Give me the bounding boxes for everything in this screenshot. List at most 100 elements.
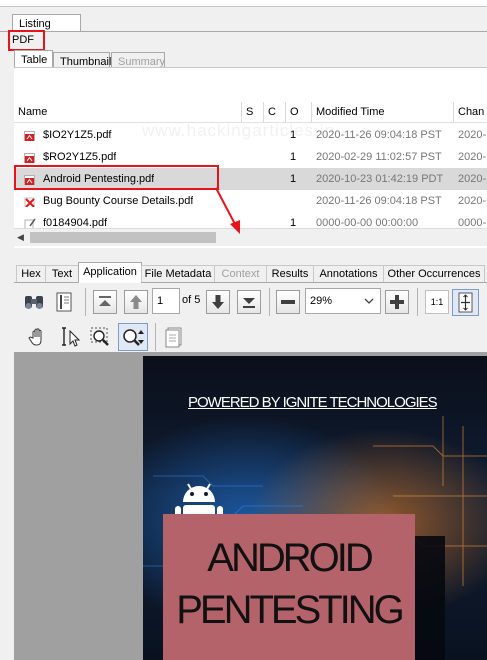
toolbar-separator	[417, 288, 418, 316]
scrollbar-thumb[interactable]	[30, 232, 216, 243]
file-o-count: 1	[290, 173, 297, 185]
title-box: ANDROID PENTESTING	[163, 514, 415, 660]
next-page-button[interactable]	[206, 290, 230, 314]
tab-table-label: Table	[21, 54, 48, 66]
tab-other-occurrences[interactable]: Other Occurrences	[383, 265, 485, 282]
file-o-count: 1	[290, 151, 297, 163]
pdf-file-icon	[24, 129, 35, 141]
file-change-time: 2020-	[458, 195, 487, 207]
page-view-icon[interactable]	[53, 290, 77, 314]
file-change-time: 0000-	[458, 217, 487, 228]
page-total-label: of 5	[182, 294, 201, 306]
dynamic-zoom-icon	[123, 329, 144, 346]
table-row-selected[interactable]: Android Pentesting.pdf 1 2020-10-23 01:4…	[14, 168, 487, 190]
toolbar-separator	[269, 288, 270, 316]
column-header-name[interactable]: Name	[14, 102, 242, 122]
file-modified-time: 2020-10-23 01:42:19 PDT	[316, 173, 444, 185]
carved-file-icon	[24, 216, 36, 228]
thumbnails-panel-icon[interactable]	[163, 325, 185, 349]
first-page-button[interactable]	[93, 290, 117, 314]
column-header-o[interactable]: O	[286, 102, 312, 122]
chevron-down-icon	[364, 298, 374, 304]
tab-context: Context	[214, 265, 267, 282]
tab-listing-label: Listing	[19, 18, 51, 30]
column-header-c[interactable]: C	[264, 102, 286, 122]
pdf-file-icon	[24, 151, 35, 163]
tab-text[interactable]: Text	[45, 265, 79, 282]
tab-hex-label: Hex	[21, 268, 41, 280]
tab-text-label: Text	[51, 268, 73, 280]
file-name: Bug Bounty Course Details.pdf	[43, 195, 194, 207]
toolbar-separator	[85, 288, 86, 316]
column-header-change-label: Chan	[458, 106, 485, 118]
last-page-icon	[243, 298, 255, 308]
slide-title-line2: PENTESTING	[176, 588, 405, 632]
column-header-change[interactable]: Chan	[454, 102, 487, 122]
column-header-s[interactable]: S	[242, 102, 264, 122]
zoom-in-button[interactable]	[385, 290, 409, 314]
tab-listing[interactable]: Listing	[12, 14, 81, 32]
window-top-strip	[0, 0, 487, 7]
table-row[interactable]: $IO2Y1Z5.pdf 1 2020-11-26 09:04:18 PST 2…	[14, 124, 487, 146]
fit-page-icon	[458, 292, 473, 313]
file-change-time: 2020-	[458, 151, 487, 163]
column-header-modified[interactable]: Modified Time	[312, 102, 454, 122]
table-row[interactable]: $RO2Y1Z5.pdf 1 2020-02-29 11:02:57 PST 2…	[14, 146, 487, 168]
slide-title-line1: ANDROID	[207, 536, 373, 580]
scroll-left-icon[interactable]: ◀	[17, 232, 24, 243]
zoom-select[interactable]: 29%	[305, 288, 381, 314]
table-row[interactable]: f0184904.pdf 1 0000-00-00 00:00:00 0000-	[14, 212, 487, 228]
column-header-modified-label: Modified Time	[316, 106, 385, 118]
file-name: $IO2Y1Z5.pdf	[43, 129, 112, 141]
file-change-time: 2020-	[458, 129, 487, 141]
file-change-time: 2020-	[458, 173, 487, 185]
hand-tool-icon[interactable]	[26, 325, 50, 349]
tab-application[interactable]: Application	[78, 262, 142, 283]
page-number-input[interactable]: 1	[152, 288, 180, 314]
tab-divider	[0, 31, 487, 32]
arrow-up-icon	[130, 295, 142, 309]
file-name: $RO2Y1Z5.pdf	[43, 151, 117, 163]
last-page-button[interactable]	[237, 290, 261, 314]
column-header-o-label: O	[290, 106, 299, 118]
pdf-page-preview: POWERED BY IGNITE TECHNOLOGIES ANDROID P…	[143, 356, 487, 660]
zoom-out-button[interactable]	[276, 290, 300, 314]
annotation-arrow-icon	[215, 187, 240, 234]
dynamic-zoom-button[interactable]	[118, 323, 148, 351]
tab-file-metadata[interactable]: File Metadata	[141, 265, 215, 282]
pdf-file-icon	[24, 173, 35, 185]
tab-hex[interactable]: Hex	[16, 265, 46, 282]
column-header-s-label: S	[246, 106, 254, 118]
actual-size-button[interactable]: 1:1	[425, 290, 449, 314]
file-table: Name S C O Modified Time Chan www.hackin…	[14, 67, 487, 248]
minus-icon	[281, 300, 295, 304]
text-select-icon[interactable]	[57, 325, 81, 349]
column-header-name-label: Name	[18, 106, 48, 118]
tab-results-label: Results	[271, 268, 309, 280]
tab-annotations[interactable]: Annotations	[313, 265, 384, 282]
arrow-down-icon	[212, 295, 224, 309]
file-modified-time: 2020-11-26 09:04:18 PST	[316, 195, 442, 207]
previous-page-button[interactable]	[124, 290, 148, 314]
pdf-type-label: PDF	[12, 34, 34, 46]
tab-table[interactable]: Table	[14, 50, 53, 68]
page-number-value: 1	[157, 295, 164, 307]
first-page-icon	[99, 296, 111, 306]
binoculars-icon[interactable]	[22, 290, 46, 314]
horizontal-scrollbar[interactable]: ◀	[14, 228, 487, 246]
zoom-value: 29%	[310, 295, 333, 307]
deleted-file-icon	[24, 195, 36, 207]
file-modified-time: 2020-02-29 11:02:57 PST	[316, 151, 442, 163]
file-o-count: 1	[290, 217, 297, 228]
column-header-c-label: C	[268, 106, 276, 118]
file-o-count: 1	[290, 129, 297, 141]
tab-results[interactable]: Results	[266, 265, 314, 282]
tab-other-occurrences-label: Other Occurrences	[387, 268, 481, 280]
powered-by-text: POWERED BY IGNITE TECHNOLOGIES	[188, 394, 438, 411]
tab-context-label: Context	[221, 268, 260, 280]
tab-application-label: Application	[83, 266, 137, 278]
table-row[interactable]: Bug Bounty Course Details.pdf 2020-11-26…	[14, 190, 487, 212]
fit-page-button[interactable]	[452, 289, 479, 316]
file-name: f0184904.pdf	[43, 217, 108, 228]
marquee-zoom-icon[interactable]	[88, 325, 112, 349]
